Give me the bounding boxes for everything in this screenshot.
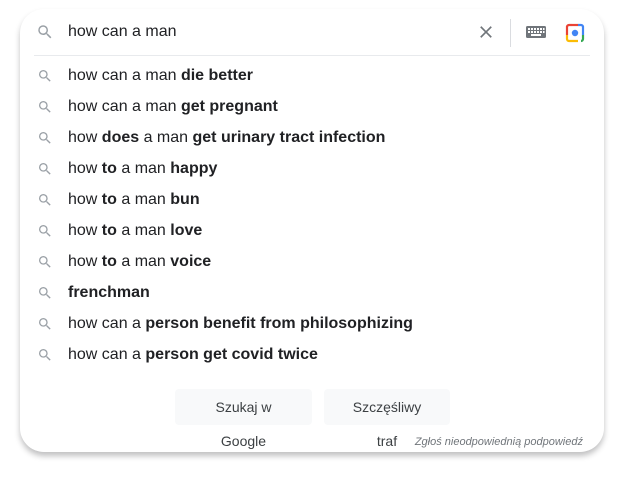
suggestion-item[interactable]: how does a man get urinary tract infecti… bbox=[20, 122, 604, 153]
suggestion-item[interactable]: how can a person get covid twice bbox=[20, 339, 604, 370]
suggestion-prefix: how bbox=[68, 253, 102, 270]
google-search-button[interactable]: Szukaj w Google bbox=[175, 389, 312, 449]
suggestion-prefix: how bbox=[68, 129, 102, 146]
suggestion-completion: happy bbox=[170, 160, 218, 177]
suggestion-completion: to bbox=[101, 191, 117, 208]
suggestion-prefix: a man bbox=[116, 253, 171, 270]
suggestion-prefix: how bbox=[68, 191, 102, 208]
suggestion-prefix: a man bbox=[116, 191, 171, 208]
suggestion-text: how can a person get covid twice bbox=[68, 345, 318, 364]
suggestion-text: frenchman bbox=[68, 283, 150, 302]
suggestion-completion: person benefit from philosophizing bbox=[145, 315, 413, 332]
search-input[interactable] bbox=[68, 19, 458, 45]
suggestion-text: how to a man voice bbox=[68, 252, 211, 271]
suggestion-item[interactable]: how to a man love bbox=[20, 215, 604, 246]
suggestion-completion: love bbox=[170, 222, 203, 239]
suggestion-prefix: how can a man bbox=[68, 67, 181, 84]
suggestion-completion: person get covid twice bbox=[145, 346, 318, 363]
search-icon bbox=[37, 254, 53, 270]
suggestion-text: how can a man get pregnant bbox=[68, 97, 278, 116]
suggestion-completion: voice bbox=[170, 253, 212, 270]
suggestion-item[interactable]: how can a person benefit from philosophi… bbox=[20, 308, 604, 339]
search-bar bbox=[20, 9, 604, 55]
suggestion-text: how to a man happy bbox=[68, 159, 217, 178]
suggestion-item[interactable]: how can a man die better bbox=[20, 60, 604, 91]
suggestion-completion: bun bbox=[170, 191, 200, 208]
suggestion-prefix: how can a man bbox=[68, 98, 181, 115]
search-icon bbox=[37, 161, 53, 177]
search-icon bbox=[37, 285, 53, 301]
search-icon bbox=[36, 23, 54, 41]
search-bar-divider bbox=[510, 19, 511, 47]
suggestion-text: how can a man die better bbox=[68, 66, 253, 85]
search-icon bbox=[37, 68, 53, 84]
search-icon bbox=[37, 223, 53, 239]
suggestion-prefix: how can a bbox=[68, 346, 146, 363]
suggestion-prefix: how bbox=[68, 160, 102, 177]
close-icon[interactable] bbox=[476, 22, 496, 42]
feeling-lucky-button[interactable]: Szczęśliwy traf bbox=[324, 389, 450, 449]
report-prediction-link[interactable]: Zgłoś nieodpowiednią podpowiedź bbox=[415, 436, 583, 448]
search-icon bbox=[37, 347, 53, 363]
suggestion-completion: die better bbox=[180, 67, 253, 84]
suggestion-text: how does a man get urinary tract infecti… bbox=[68, 128, 385, 147]
suggestion-completion: to bbox=[101, 160, 117, 177]
search-icon bbox=[37, 130, 53, 146]
suggestion-item[interactable]: how to a man happy bbox=[20, 153, 604, 184]
suggestion-completion: get urinary tract infection bbox=[192, 129, 386, 146]
suggestion-prefix: a man bbox=[139, 129, 193, 146]
suggestion-item[interactable]: how to a man voice bbox=[20, 246, 604, 277]
suggestion-completion: frenchman bbox=[68, 284, 150, 301]
suggestion-item[interactable]: how to a man bun bbox=[20, 184, 604, 215]
google-lens-icon[interactable] bbox=[563, 22, 587, 44]
suggestion-prefix: a man bbox=[116, 160, 171, 177]
suggestion-completion: to bbox=[101, 222, 117, 239]
search-icon bbox=[37, 316, 53, 332]
suggestion-item[interactable]: frenchman bbox=[20, 277, 604, 308]
keyboard-icon[interactable] bbox=[524, 23, 548, 41]
search-autocomplete-panel: how can a man die betterhow can a man ge… bbox=[20, 9, 604, 452]
suggestion-prefix: how bbox=[68, 222, 102, 239]
search-icon bbox=[37, 192, 53, 208]
suggestion-prefix: how can a bbox=[68, 315, 146, 332]
search-bar-separator bbox=[34, 55, 590, 56]
suggestion-item[interactable]: how can a man get pregnant bbox=[20, 91, 604, 122]
suggestion-text: how to a man bun bbox=[68, 190, 200, 209]
search-icon bbox=[37, 99, 53, 115]
suggestion-list: how can a man die better how can a man ge… bbox=[20, 60, 604, 370]
suggestion-completion: to bbox=[101, 253, 117, 270]
suggestion-text: how can a person benefit from philosophi… bbox=[68, 314, 413, 333]
suggestion-text: how to a man love bbox=[68, 221, 202, 240]
suggestion-prefix: a man bbox=[116, 222, 171, 239]
search-buttons: Szukaj w Google Szczęśliwy traf bbox=[20, 389, 604, 449]
suggestion-completion: does bbox=[101, 129, 140, 146]
suggestion-completion: get pregnant bbox=[180, 98, 278, 115]
